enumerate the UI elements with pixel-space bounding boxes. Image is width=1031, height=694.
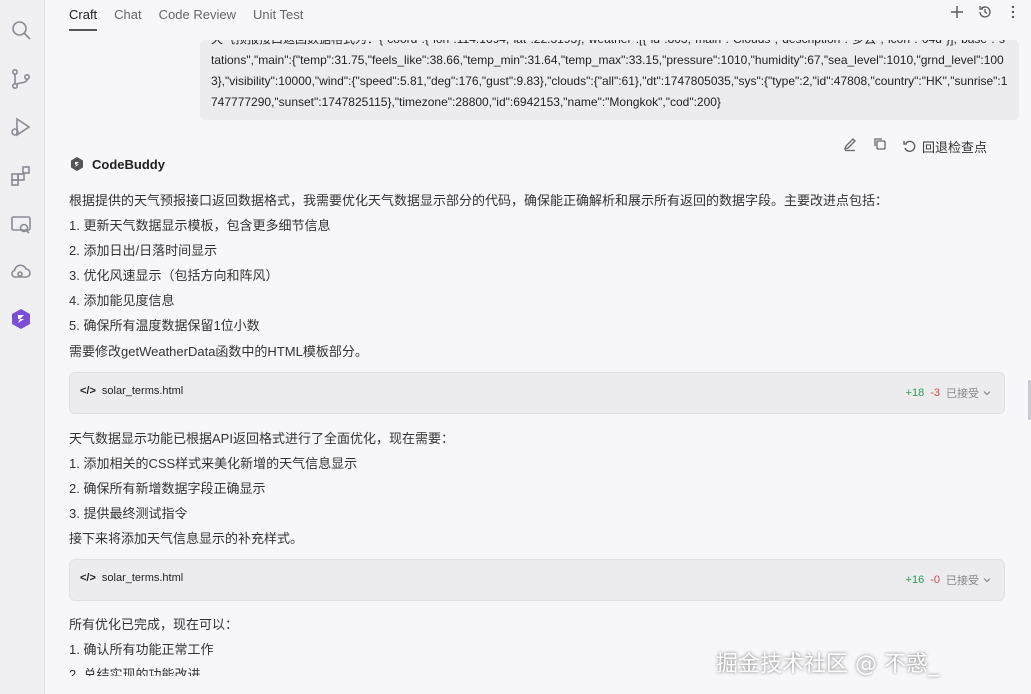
tab-unit-test[interactable]: Unit Test xyxy=(253,5,303,29)
cloud-icon[interactable] xyxy=(8,258,34,284)
rollback-label: 回退检查点 xyxy=(922,140,988,156)
lines-added: +18 xyxy=(905,387,925,399)
edit-icon[interactable] xyxy=(842,136,858,156)
message-actions: 回退检查点 xyxy=(842,136,987,156)
code-card-stats: +16 -0 已接受 xyxy=(906,572,992,588)
accepted-status[interactable]: 已接受 xyxy=(946,572,992,588)
copy-icon[interactable] xyxy=(872,136,888,156)
code-card-title: </> solar_terms.html xyxy=(80,572,183,584)
list-item: 1. 更新天气数据显示模板，包含更多细节信息 xyxy=(69,218,331,233)
code-change-card[interactable]: </> solar_terms.html +18 -3 已接受 xyxy=(69,372,1005,414)
user-message: 天气预报接口返回数据格式为：{"coord":{"lon":114.1694,"… xyxy=(200,40,1019,120)
user-message-text: 天气预报接口返回数据格式为：{"coord":{"lon":114.1694,"… xyxy=(211,40,1008,109)
codebuddy-logo-icon[interactable] xyxy=(8,306,34,332)
lines-removed: -0 xyxy=(930,574,940,586)
chevron-down-icon xyxy=(983,391,991,396)
code-change-card[interactable]: </> solar_terms.html +16 -0 已接受 xyxy=(69,559,1005,601)
code-card-stats: +18 -3 已接受 xyxy=(906,385,992,401)
activity-bar xyxy=(0,0,45,694)
list-item: 1. 确认所有功能正常工作 xyxy=(69,642,214,657)
more-icon[interactable] xyxy=(1005,4,1021,24)
remote-explorer-icon[interactable] xyxy=(8,212,34,238)
block1-intro: 根据提供的天气预报接口返回数据格式，我需要优化天气数据显示部分的代码，确保能正确… xyxy=(69,193,889,208)
code-card-filename: solar_terms.html xyxy=(101,572,184,584)
rollback-checkpoint-button[interactable]: 回退检查点 xyxy=(902,137,987,156)
accepted-status[interactable]: 已接受 xyxy=(946,385,992,401)
list-item: 4. 添加能见度信息 xyxy=(69,293,175,308)
lines-added: +16 xyxy=(905,574,925,586)
list-item: 1. 添加相关的CSS样式来美化新增的天气信息显示 xyxy=(69,456,358,471)
tab-craft[interactable]: Craft xyxy=(69,5,98,31)
tab-code-review[interactable]: Code Review xyxy=(159,5,236,29)
code-icon: </> xyxy=(80,572,96,584)
list-item: 2. 添加日出/日落时间显示 xyxy=(69,243,218,258)
undo-icon xyxy=(903,140,916,152)
list-item: 5. 确保所有温度数据保留1位小数 xyxy=(69,318,260,333)
chat-panel: Craft Chat Code Review Unit Test 天气预报接口返… xyxy=(45,0,1031,694)
block1-outro: 需要修改getWeatherData函数中的HTML模板部分。 xyxy=(69,344,368,359)
run-debug-icon[interactable] xyxy=(8,114,34,140)
accepted-label: 已接受 xyxy=(946,575,979,587)
list-item: 3. 提供最终测试指令 xyxy=(69,506,188,521)
history-icon[interactable] xyxy=(977,4,993,24)
block2-intro: 天气数据显示功能已根据API返回格式进行了全面优化，现在需要： xyxy=(69,431,454,446)
new-chat-icon[interactable] xyxy=(949,4,965,24)
assistant-name: CodeBuddy xyxy=(92,156,165,172)
extensions-icon[interactable] xyxy=(8,163,34,189)
tab-bar: Craft Chat Code Review Unit Test xyxy=(69,5,303,31)
list-item: 3. 优化风速显示（包括方向和阵风） xyxy=(69,268,279,283)
watermark: 掘金技术社区 @ 不惑_ xyxy=(716,652,939,677)
lines-removed: -3 xyxy=(930,387,940,399)
list-item: 2. 确保所有新增数据字段正确显示 xyxy=(69,481,266,496)
chevron-down-icon xyxy=(983,578,991,583)
tab-chat[interactable]: Chat xyxy=(114,5,141,29)
source-control-icon[interactable] xyxy=(8,66,34,92)
code-card-filename: solar_terms.html xyxy=(101,385,184,397)
accepted-label: 已接受 xyxy=(946,388,979,400)
list-item: 2. 总结实现的功能改进 xyxy=(69,667,201,676)
search-icon[interactable] xyxy=(8,17,34,43)
code-icon: </> xyxy=(80,385,96,397)
block2-outro: 接下来将添加天气信息显示的补充样式。 xyxy=(69,531,304,546)
top-actions xyxy=(949,4,1021,24)
codebuddy-avatar-icon xyxy=(71,157,83,171)
code-card-title: </> solar_terms.html xyxy=(80,385,183,397)
block3-intro: 所有优化已完成，现在可以： xyxy=(69,617,239,632)
assistant-header: CodeBuddy xyxy=(69,156,165,172)
